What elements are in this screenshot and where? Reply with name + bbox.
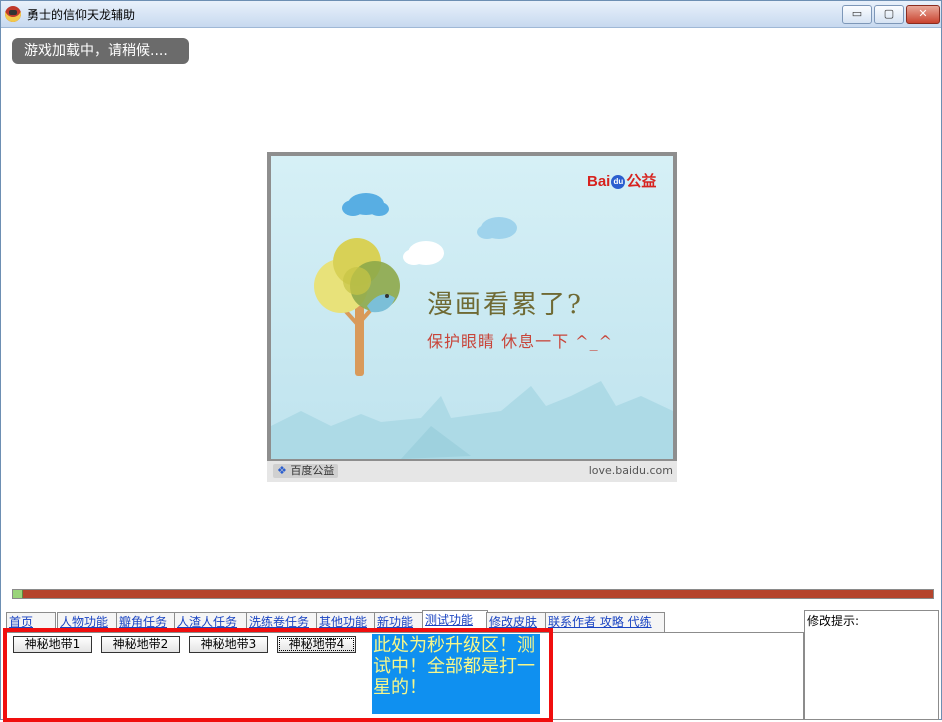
window-title: 勇士的信仰天龙辅助: [27, 8, 136, 22]
loading-message: 游戏加载中，请稍候....: [12, 38, 189, 64]
loading-progress-bar: [12, 589, 934, 599]
ad-headline: 漫画看累了?: [427, 290, 583, 320]
baidu-paw-icon: du: [611, 175, 626, 190]
ad-image: Bai du 公益 漫画看累了? 保护眼睛 休息一下 ^_^: [271, 156, 673, 459]
paw-icon: ❖: [277, 464, 287, 477]
baidu-logo: Bai du 公益: [587, 173, 657, 190]
title-bar[interactable]: 勇士的信仰天龙辅助 ▭ ▢ ✕: [1, 1, 941, 28]
ad-footer: ❖ 百度公益 love.baidu.com: [267, 461, 677, 482]
app-window: 勇士的信仰天龙辅助 ▭ ▢ ✕ 游戏加载中，请稍候.... Bai du 公益 …: [0, 0, 942, 722]
hint-label: 修改提示:: [807, 614, 860, 628]
maximize-button[interactable]: ▢: [874, 5, 904, 24]
close-button[interactable]: ✕: [906, 5, 940, 24]
minimize-button[interactable]: ▭: [842, 5, 872, 24]
highlight-frame: [3, 628, 553, 722]
ad-subline: 保护眼睛 休息一下 ^_^: [427, 332, 613, 351]
progress-fill: [13, 590, 24, 598]
app-logo-icon: [5, 6, 21, 22]
ad-banner[interactable]: Bai du 公益 漫画看累了? 保护眼睛 休息一下 ^_^ ❖ 百度公益 love…: [267, 152, 677, 482]
ad-badge: ❖ 百度公益: [273, 464, 339, 478]
hint-panel[interactable]: 修改提示:: [804, 610, 939, 720]
tab-contact[interactable]: 联系作者 攻略 代练: [545, 612, 665, 632]
ad-url[interactable]: love.baidu.com: [589, 464, 673, 477]
